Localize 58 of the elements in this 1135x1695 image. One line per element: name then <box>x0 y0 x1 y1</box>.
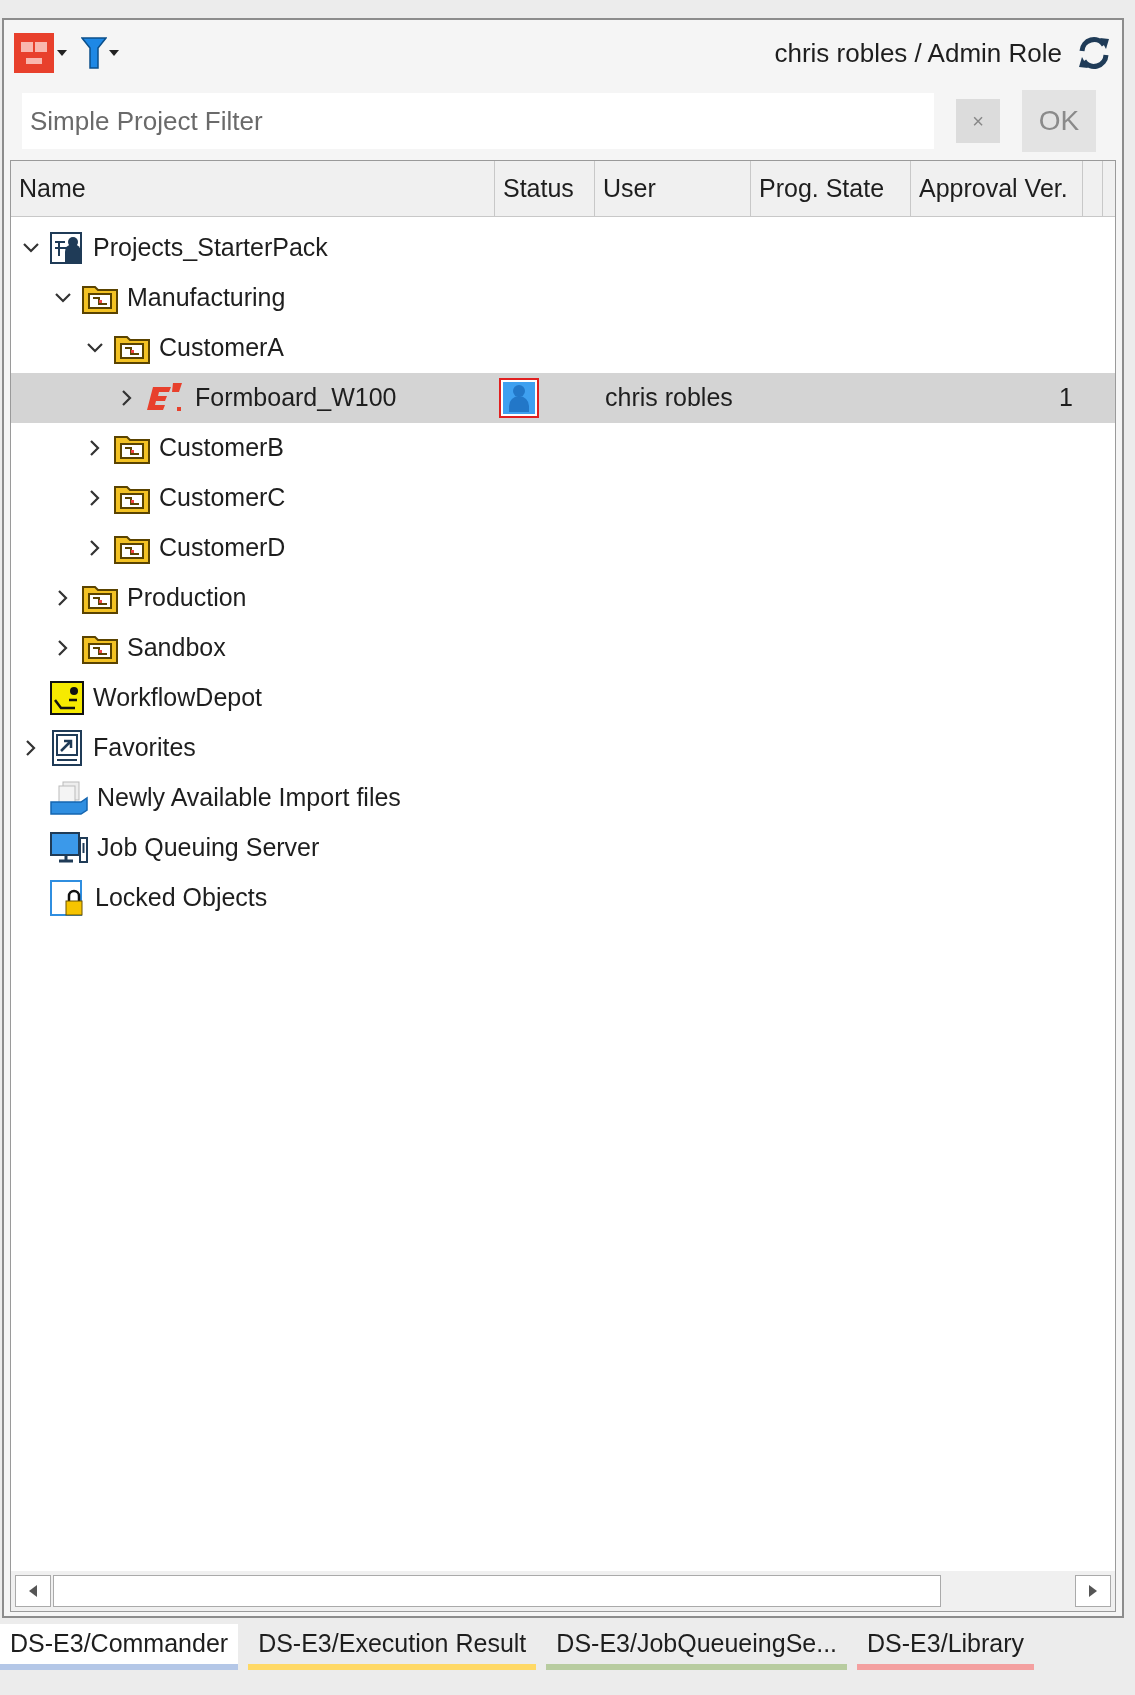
tree-row[interactable]: Formboard_W100 chris robles 1 <box>11 373 1115 423</box>
filter-field[interactable]: Simple Project Filter <box>22 93 934 149</box>
tree-item-label: CustomerB <box>159 432 285 464</box>
tree-item-label: CustomerD <box>159 532 286 564</box>
app-logo-icon <box>14 33 54 73</box>
filter-menu-button[interactable] <box>81 36 119 70</box>
right-arrow-icon <box>1089 1585 1097 1597</box>
scroll-right-button[interactable] <box>1075 1575 1111 1607</box>
tree-row[interactable]: CustomerA <box>11 323 1115 373</box>
app-menu-button[interactable] <box>14 33 67 73</box>
column-header[interactable]: User <box>603 169 656 208</box>
tree-item-label: Locked Objects <box>95 882 268 914</box>
tree-row[interactable]: Locked Objects <box>11 873 1115 923</box>
tab[interactable]: DS-E3/Commander <box>0 1624 239 1670</box>
printer-icon <box>49 780 89 816</box>
user-cell: chris robles <box>605 383 733 412</box>
tree-row[interactable]: WorkflowDepot <box>11 673 1115 723</box>
tree-row[interactable]: Projects_StarterPack <box>11 223 1115 273</box>
column-header[interactable]: Approval Ver. <box>919 169 1068 208</box>
column-header[interactable]: Status <box>503 169 574 208</box>
tree-row[interactable]: Manufacturing <box>11 273 1115 323</box>
tab[interactable]: DS-E3/JobQueueingSe... <box>546 1624 848 1670</box>
column-header[interactable]: Prog. State <box>759 169 885 208</box>
favorites-icon <box>49 729 85 767</box>
tree-item-label: CustomerA <box>159 332 285 364</box>
caret-icon <box>109 50 119 56</box>
tree-row[interactable]: CustomerC <box>11 473 1115 523</box>
tree-item-label: CustomerC <box>159 482 286 514</box>
tree-item-label: Newly Available Import files <box>97 782 401 814</box>
tree-row[interactable]: CustomerB <box>11 423 1115 473</box>
workflow-icon <box>49 680 85 716</box>
tree-item-label: Production <box>127 582 247 614</box>
approval-version-cell-text: 1 <box>1059 382 1073 414</box>
scrollbar-thumb[interactable] <box>53 1575 941 1607</box>
tree-row[interactable]: Job Queuing Server <box>11 823 1115 873</box>
tree-item-label: WorkflowDepot <box>93 682 263 714</box>
caret-icon <box>57 50 67 56</box>
tree-item-label: Job Queuing Server <box>97 832 320 864</box>
computer-icon <box>49 830 89 866</box>
tree-row[interactable]: Sandbox <box>11 623 1115 673</box>
tree-row[interactable]: Newly Available Import files <box>11 773 1115 823</box>
tree-row[interactable]: Production <box>11 573 1115 623</box>
project-root-icon <box>49 230 85 266</box>
tree-item-label: Sandbox <box>127 632 226 664</box>
tree-item-label: Manufacturing <box>127 282 286 314</box>
column-header[interactable]: Name <box>19 169 86 208</box>
tab[interactable]: DS-E3/Execution Result <box>248 1624 537 1670</box>
tab[interactable]: DS-E3/Library <box>857 1624 1035 1670</box>
filter-icon <box>81 36 107 70</box>
refresh-icon[interactable] <box>1076 35 1112 71</box>
left-arrow-icon <box>29 1585 37 1597</box>
user-role-label: chris robles / Admin Role <box>774 36 1062 70</box>
scroll-left-button[interactable] <box>15 1575 51 1607</box>
tree-item-label: Projects_StarterPack <box>93 232 328 264</box>
tree-row[interactable]: CustomerD <box>11 523 1115 573</box>
tree-item-label: Formboard_W100 <box>195 382 397 414</box>
tree-item-label: Favorites <box>93 732 196 764</box>
tree-row[interactable]: Favorites <box>11 723 1115 773</box>
